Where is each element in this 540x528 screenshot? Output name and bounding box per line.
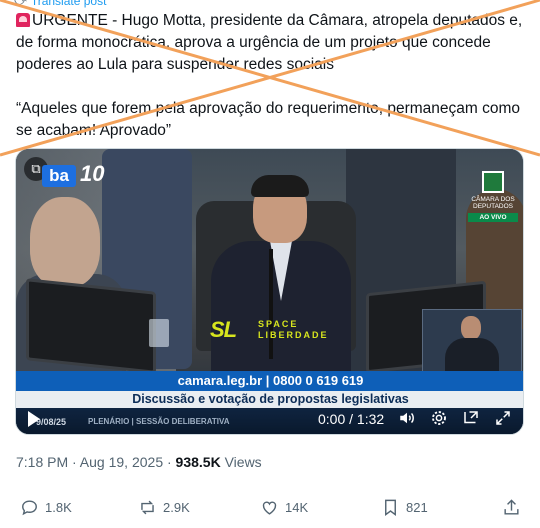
space-liberdade-logo: SL: [210, 317, 237, 342]
post-text: URGENTE - Hugo Motta, presidente da Câma…: [16, 10, 528, 142]
fullscreen-icon[interactable]: [494, 409, 512, 432]
microphone: [269, 249, 273, 359]
post-quote: “Aqueles que forem pela aprovação do req…: [16, 100, 521, 139]
camara-flag-icon: [482, 171, 504, 193]
reply-icon: [22, 500, 37, 516]
translate-icon: ⤻: [14, 0, 27, 8]
views-count: 938.5K: [175, 454, 221, 470]
video-player[interactable]: ⧉ ba 10 CÂMARA DOS DEPUTADOS AO VIVO SL …: [15, 148, 524, 435]
video-controls: 0:00 / 1:32: [16, 404, 523, 434]
post-timestamp: 7:18 PM · Aug 19, 2025 · 938.5K Views: [16, 454, 262, 470]
repost-button[interactable]: 2.9K: [138, 498, 190, 517]
bookmark-button[interactable]: 821: [381, 498, 428, 517]
bookmark-count: 821: [406, 500, 428, 515]
channel-logo: ba: [42, 165, 76, 187]
seated-person-left: [30, 197, 100, 287]
monitor-left: [26, 278, 156, 374]
translate-label: Translate post: [30, 0, 107, 8]
translate-post-link[interactable]: ⤻ Translate post: [14, 0, 106, 9]
sign-language-interpreter: [422, 309, 522, 380]
volume-icon[interactable]: [398, 409, 416, 432]
play-icon[interactable]: [28, 411, 40, 427]
share-button[interactable]: [502, 498, 521, 517]
action-bar: 1.8K 2.9K 14K 821: [0, 494, 540, 520]
post-time[interactable]: 7:18 PM · Aug 19, 2025 ·: [16, 454, 176, 470]
pip-icon[interactable]: [462, 409, 480, 432]
time-display: 0:00 / 1:32: [318, 411, 385, 427]
post-line1: URGENTE - Hugo Motta, presidente da Câma…: [16, 12, 523, 73]
share-icon: [504, 499, 519, 515]
reply-button[interactable]: 1.8K: [20, 498, 72, 517]
bookmark-icon: [385, 499, 396, 517]
settings-icon[interactable]: [430, 409, 448, 432]
repost-count: 2.9K: [163, 500, 190, 515]
contact-bar: camara.leg.br | 0800 0 619 619: [16, 371, 523, 391]
like-count: 14K: [285, 500, 309, 515]
live-badge: AO VIVO: [468, 213, 518, 222]
siren-icon: [16, 13, 30, 27]
space-liberdade-text: SPACE LIBERDADE: [258, 319, 329, 340]
views-label: Views: [220, 454, 262, 470]
like-icon: [262, 501, 277, 515]
channel-number: 10: [80, 161, 105, 186]
repost-icon: [141, 500, 154, 515]
post-body: URGENTE - Hugo Motta, presidente da Câma…: [16, 10, 528, 76]
like-button[interactable]: 14K: [260, 498, 308, 517]
reply-count: 1.8K: [45, 500, 72, 515]
camara-logo: CÂMARA DOS DEPUTADOS AO VIVO: [468, 171, 518, 231]
camara-label: CÂMARA DOS DEPUTADOS: [471, 196, 515, 210]
